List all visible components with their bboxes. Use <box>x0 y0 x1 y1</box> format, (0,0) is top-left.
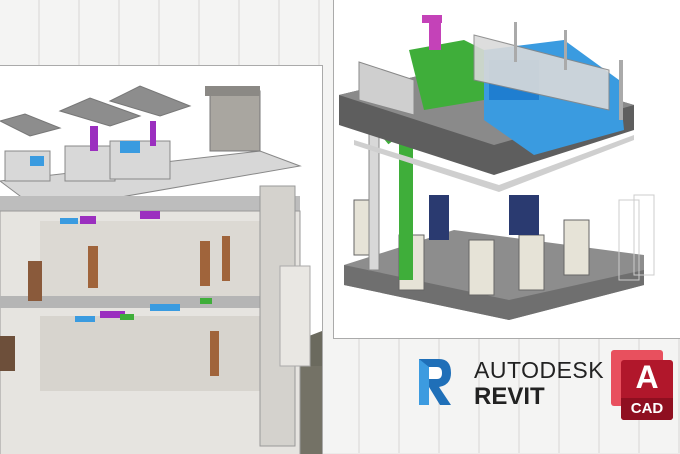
autocad-logo: A CAD <box>611 350 673 420</box>
mechanical-floor-render <box>333 0 680 339</box>
autocad-letter: A <box>635 359 659 395</box>
mechanical-illustration <box>339 15 655 320</box>
revit-r-icon <box>419 359 451 405</box>
building-section-render <box>0 65 323 454</box>
revit-wordmark: REVIT <box>474 383 545 410</box>
autocad-label: CAD <box>621 398 673 420</box>
autodesk-wordmark: AUTODESK <box>474 357 605 383</box>
building-illustration <box>0 85 322 454</box>
